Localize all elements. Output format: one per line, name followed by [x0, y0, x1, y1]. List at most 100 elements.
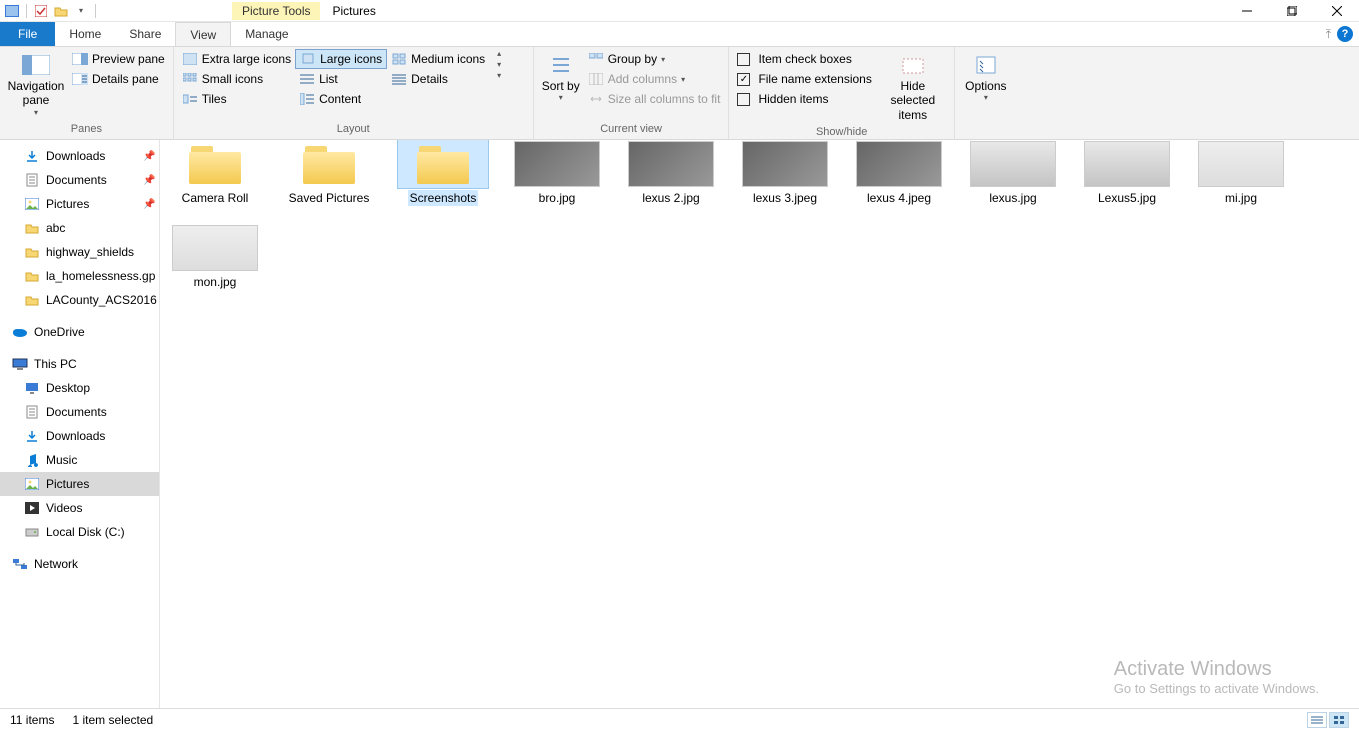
hide-selected-button[interactable]: Hide selected items	[876, 49, 950, 126]
nav-quick-la-homelessness-gp[interactable]: la_homelessness.gp	[0, 264, 159, 288]
activate-windows-watermark: Activate Windows Go to Settings to activ…	[1114, 658, 1319, 696]
video-icon	[24, 501, 40, 515]
nav-onedrive[interactable]: OneDrive	[0, 320, 159, 344]
onedrive-icon	[12, 325, 28, 339]
ribbon-group-current-view: Sort by ▾ Group by ▾ Add columns ▾ Size …	[534, 47, 730, 139]
file-item-mi-jpg[interactable]: mi.jpg	[1194, 140, 1288, 206]
nav-quick-pictures[interactable]: Pictures📌	[0, 192, 159, 216]
nav-quick-abc[interactable]: abc	[0, 216, 159, 240]
minimize-button[interactable]	[1224, 0, 1269, 22]
nav-pc-videos[interactable]: Videos	[0, 496, 159, 520]
image-thumb	[1082, 140, 1172, 188]
help-icon[interactable]: ?	[1337, 26, 1353, 42]
layout-details[interactable]: Details	[387, 69, 489, 89]
hidden-items-toggle[interactable]: Hidden items	[733, 89, 875, 109]
file-item-bro-jpg[interactable]: bro.jpg	[510, 140, 604, 206]
options-icon	[970, 53, 1002, 77]
doc-icon	[24, 405, 40, 419]
app-icon	[4, 3, 20, 19]
watermark-title: Activate Windows	[1114, 658, 1319, 681]
details-pane-button[interactable]: Details pane	[68, 69, 169, 89]
pic-icon	[24, 477, 40, 491]
qat-dropdown-icon[interactable]: ▾	[73, 3, 89, 19]
ribbon-group-layout: Extra large icons Large icons Medium ico…	[174, 47, 534, 139]
file-item-mon-jpg[interactable]: mon.jpg	[168, 224, 262, 290]
nav-quick-documents[interactable]: Documents📌	[0, 168, 159, 192]
nav-quick-lacounty-acs2016[interactable]: LACounty_ACS2016	[0, 288, 159, 312]
group-label-empty	[959, 123, 1013, 139]
file-item-label: lexus 3.jpeg	[751, 190, 819, 206]
folder-thumb	[170, 140, 260, 188]
file-item-label: lexus.jpg	[987, 190, 1038, 206]
tab-share[interactable]: Share	[115, 22, 175, 46]
ribbon-tabs: File Home Share View Manage ⤒ ?	[0, 22, 1359, 46]
nav-pc-downloads[interactable]: Downloads	[0, 424, 159, 448]
nav-item-label: Music	[46, 453, 77, 467]
file-item-lexus5-jpg[interactable]: Lexus5.jpg	[1080, 140, 1174, 206]
layout-large-label: Large icons	[320, 52, 382, 66]
nav-quick-downloads[interactable]: Downloads📌	[0, 144, 159, 168]
nav-network[interactable]: Network	[0, 552, 159, 576]
file-item-camera-roll[interactable]: Camera Roll	[168, 140, 262, 206]
item-check-boxes-toggle[interactable]: Item check boxes	[733, 49, 875, 69]
layout-content[interactable]: Content	[295, 89, 387, 109]
sort-by-button[interactable]: Sort by ▾	[538, 49, 584, 107]
nav-pc-desktop[interactable]: Desktop	[0, 376, 159, 400]
chevron-down-icon: ▾	[681, 75, 685, 84]
image-thumb	[968, 140, 1058, 188]
nav-item-label: Downloads	[46, 429, 105, 443]
tab-file[interactable]: File	[0, 22, 55, 46]
tab-view[interactable]: View	[175, 22, 231, 46]
file-item-lexus-3-jpeg[interactable]: lexus 3.jpeg	[738, 140, 832, 206]
nav-pc-documents[interactable]: Documents	[0, 400, 159, 424]
nav-pc-local-disk-c-[interactable]: Local Disk (C:)	[0, 520, 159, 544]
navigation-pane-button[interactable]: Navigation pane ▾	[4, 49, 68, 121]
file-item-lexus-2-jpg[interactable]: lexus 2.jpg	[624, 140, 718, 206]
file-item-label: Saved Pictures	[287, 190, 372, 206]
layout-gallery-scroll[interactable]: ▴ ▾ ▾	[491, 49, 507, 80]
folder-qat-icon[interactable]	[53, 3, 69, 19]
status-selection: 1 item selected	[72, 713, 153, 727]
file-item-screenshots[interactable]: Screenshots	[396, 140, 490, 206]
pin-icon: 📌	[143, 151, 155, 162]
tab-home[interactable]: Home	[55, 22, 115, 46]
layout-medium-icons[interactable]: Medium icons	[387, 49, 489, 69]
file-item-label: Lexus5.jpg	[1096, 190, 1158, 206]
properties-qat-icon[interactable]	[33, 3, 49, 19]
large-icons-view-button[interactable]	[1329, 712, 1349, 728]
nav-quick-highway-shields[interactable]: highway_shields	[0, 240, 159, 264]
file-item-label: bro.jpg	[537, 190, 578, 206]
nav-item-label: Videos	[46, 501, 82, 515]
group-label-layout: Layout	[178, 123, 529, 139]
close-button[interactable]	[1314, 0, 1359, 22]
minimize-ribbon-icon[interactable]: ⤒	[1326, 27, 1331, 42]
pin-icon: 📌	[143, 175, 155, 186]
options-label: Options	[965, 79, 1006, 93]
layout-small-icons[interactable]: Small icons	[178, 69, 295, 89]
maximize-button[interactable]	[1269, 0, 1314, 22]
nav-item-label: Documents	[46, 405, 107, 419]
nav-item-label: la_homelessness.gp	[46, 269, 155, 283]
navigation-tree[interactable]: Downloads📌Documents📌Pictures📌abchighway_…	[0, 140, 160, 708]
nav-this-pc[interactable]: This PC	[0, 352, 159, 376]
file-item-lexus-jpg[interactable]: lexus.jpg	[966, 140, 1060, 206]
file-item-saved-pictures[interactable]: Saved Pictures	[282, 140, 376, 206]
preview-pane-button[interactable]: Preview pane	[68, 49, 169, 69]
file-ext-label: File name extensions	[758, 72, 871, 86]
layout-extra-large-icons[interactable]: Extra large icons	[178, 49, 295, 69]
layout-list[interactable]: List	[295, 69, 387, 89]
details-view-button[interactable]	[1307, 712, 1327, 728]
group-by-button[interactable]: Group by ▾	[584, 49, 725, 69]
options-button[interactable]: Options ▾	[959, 49, 1013, 107]
add-columns-button: Add columns ▾	[584, 69, 725, 89]
nav-this-pc-label: This PC	[34, 357, 77, 371]
nav-pc-pictures[interactable]: Pictures	[0, 472, 159, 496]
tab-manage[interactable]: Manage	[231, 22, 302, 46]
file-item-lexus-4-jpeg[interactable]: lexus 4.jpeg	[852, 140, 946, 206]
layout-large-icons[interactable]: Large icons	[295, 49, 387, 69]
nav-pc-music[interactable]: Music	[0, 448, 159, 472]
group-label-panes: Panes	[4, 123, 169, 139]
file-list-area[interactable]: Camera Roll Saved Pictures Screenshots bro.…	[160, 140, 1359, 708]
file-extensions-toggle[interactable]: ✓File name extensions	[733, 69, 875, 89]
layout-tiles[interactable]: Tiles	[178, 89, 295, 109]
